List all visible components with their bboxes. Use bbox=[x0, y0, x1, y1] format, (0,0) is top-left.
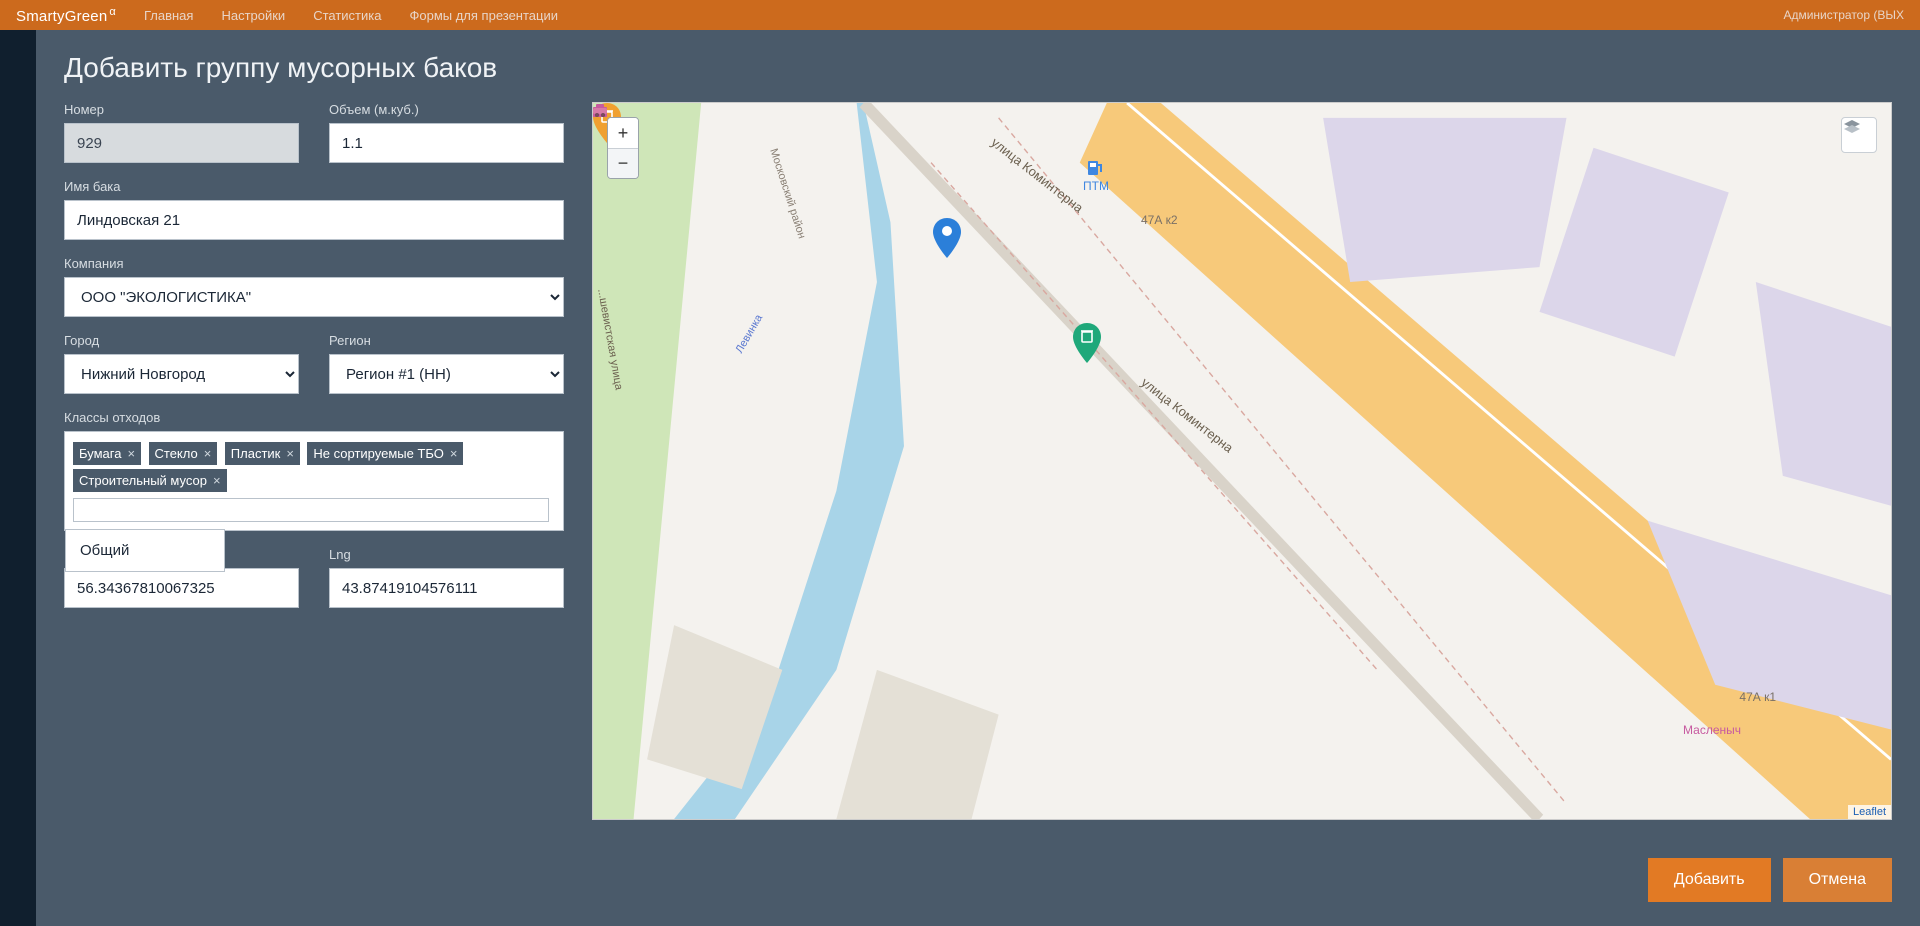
marker-green-trash-icon[interactable] bbox=[1073, 323, 1101, 363]
map-poi-gas-label: ПТМ bbox=[1083, 179, 1109, 193]
label-lng: Lng bbox=[329, 547, 564, 562]
dropdown-option-general[interactable]: Общий bbox=[80, 542, 210, 559]
label-region: Регион bbox=[329, 333, 564, 348]
map-addr-label: 47А к2 bbox=[1141, 213, 1178, 227]
modal-title: Добавить группу мусорных баков bbox=[36, 30, 1920, 102]
label-volume: Объем (м.куб.) bbox=[329, 102, 564, 117]
map-layers-button[interactable] bbox=[1841, 117, 1877, 153]
nav-home[interactable]: Главная bbox=[144, 8, 193, 23]
label-bin-name: Имя бака bbox=[64, 179, 564, 194]
select-region[interactable]: Регион #1 (НН) bbox=[329, 354, 564, 394]
car-icon bbox=[593, 103, 607, 117]
modal-body: Номер Объем (м.куб.) Имя бака Компания О… bbox=[36, 102, 1920, 842]
input-lat[interactable] bbox=[64, 568, 299, 608]
select-company[interactable]: ООО "ЭКОЛОГИСТИКА" bbox=[64, 277, 564, 317]
tag-remove-icon[interactable]: × bbox=[213, 473, 221, 488]
waste-classes-dropdown[interactable]: Общий bbox=[65, 529, 225, 572]
form-column: Номер Объем (м.куб.) Имя бака Компания О… bbox=[64, 102, 564, 820]
tag-remove-icon[interactable]: × bbox=[450, 446, 458, 461]
brand: SmartyGreenα bbox=[16, 6, 116, 25]
label-number: Номер bbox=[64, 102, 299, 117]
modal-footer: Добавить Отмена bbox=[36, 842, 1920, 926]
input-number bbox=[64, 123, 299, 163]
tag-construction: Строительный мусор× bbox=[73, 469, 227, 492]
layers-icon bbox=[1842, 118, 1862, 138]
map-poi-shop-label: Масленыч bbox=[1683, 723, 1741, 737]
submit-button[interactable]: Добавить bbox=[1648, 858, 1771, 902]
nav-links: Главная Настройки Статистика Формы для п… bbox=[144, 8, 1783, 23]
map-zoom: + − bbox=[607, 117, 639, 179]
zoom-in-button[interactable]: + bbox=[608, 118, 638, 148]
tag-glass: Стекло× bbox=[149, 442, 218, 465]
modal-add-bin-group: Добавить группу мусорных баков Номер Объ… bbox=[36, 30, 1920, 926]
zoom-out-button[interactable]: − bbox=[608, 148, 638, 178]
label-city: Город bbox=[64, 333, 299, 348]
map-attribution[interactable]: Leaflet bbox=[1848, 805, 1891, 819]
brand-text: SmartyGreen bbox=[16, 8, 107, 25]
tag-remove-icon[interactable]: × bbox=[286, 446, 294, 461]
input-volume[interactable] bbox=[329, 123, 564, 163]
tag-plastic: Пластик× bbox=[225, 442, 300, 465]
nav-settings[interactable]: Настройки bbox=[221, 8, 285, 23]
gas-station-icon bbox=[1088, 161, 1104, 177]
tag-paper: Бумага× bbox=[73, 442, 141, 465]
user-menu[interactable]: Администратор (ВЫХ bbox=[1783, 8, 1904, 22]
map-addr-label: 47А к1 bbox=[1739, 690, 1776, 704]
cancel-button[interactable]: Отмена bbox=[1783, 858, 1892, 902]
tag-remove-icon[interactable]: × bbox=[204, 446, 212, 461]
waste-classes-box[interactable]: Бумага× Стекло× Пластик× Не сортируемые … bbox=[64, 431, 564, 531]
tag-unsorted: Не сортируемые ТБО× bbox=[307, 442, 463, 465]
marker-blue-icon[interactable] bbox=[933, 218, 961, 258]
waste-classes-input[interactable] bbox=[73, 498, 549, 522]
brand-suffix: α bbox=[109, 6, 116, 18]
nav-stats[interactable]: Статистика bbox=[313, 8, 381, 23]
label-waste-classes: Классы отходов bbox=[64, 410, 564, 425]
map[interactable]: улица Коминтерна улица Коминтерна Москов… bbox=[592, 102, 1892, 820]
label-company: Компания bbox=[64, 256, 564, 271]
input-lng[interactable] bbox=[329, 568, 564, 608]
nav-forms[interactable]: Формы для презентации bbox=[409, 8, 558, 23]
tag-remove-icon[interactable]: × bbox=[127, 446, 135, 461]
select-city[interactable]: Нижний Новгород bbox=[64, 354, 299, 394]
topbar: SmartyGreenα Главная Настройки Статистик… bbox=[0, 0, 1920, 30]
input-bin-name[interactable] bbox=[64, 200, 564, 240]
